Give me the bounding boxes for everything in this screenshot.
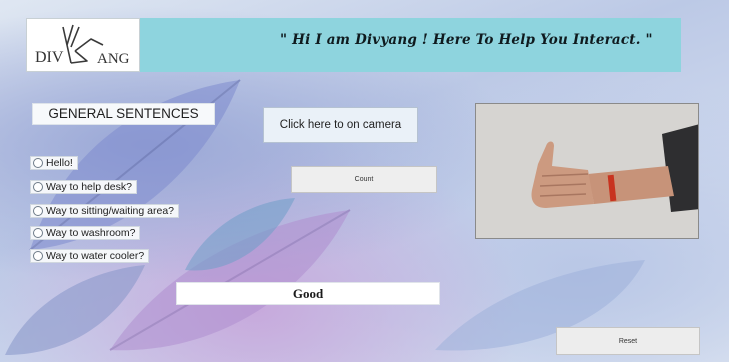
- radio-icon[interactable]: [33, 206, 43, 216]
- sentence-option-hello[interactable]: Hello!: [30, 156, 78, 170]
- reset-button[interactable]: Reset: [556, 327, 700, 355]
- logo-text-left: DIV: [35, 49, 64, 66]
- camera-feed: [475, 103, 699, 239]
- leaf-decoration-icon: [5, 265, 145, 355]
- app-logo: DIV ANG: [26, 18, 140, 72]
- sentence-option-washroom[interactable]: Way to washroom?: [30, 226, 141, 240]
- sentence-option-label: Way to sitting/waiting area?: [46, 205, 175, 217]
- radio-icon[interactable]: [33, 158, 43, 168]
- sentence-option-label: Way to water cooler?: [46, 250, 145, 262]
- logo-text-right: ANG: [97, 51, 130, 67]
- thumbs-up-gesture-icon: [476, 104, 698, 238]
- count-button[interactable]: Count: [291, 166, 437, 193]
- sentence-option-waiting-area[interactable]: Way to sitting/waiting area?: [30, 204, 180, 218]
- sentence-option-help-desk[interactable]: Way to help desk?: [30, 180, 137, 194]
- radio-icon[interactable]: [33, 182, 43, 192]
- sentence-option-water-cooler[interactable]: Way to water cooler?: [30, 249, 150, 263]
- sentence-option-label: Hello!: [46, 157, 73, 169]
- radio-icon[interactable]: [33, 251, 43, 261]
- leaf-decoration-icon: [185, 198, 295, 271]
- camera-on-button[interactable]: Click here to on camera: [263, 107, 418, 143]
- radio-icon[interactable]: [33, 228, 43, 238]
- general-sentences-heading: GENERAL SENTENCES: [32, 103, 215, 125]
- tagline: " Hi I am Divyang ! Here To Help You Int…: [280, 32, 653, 48]
- result-display: Good: [176, 282, 440, 305]
- sentence-option-label: Way to washroom?: [46, 227, 136, 239]
- sentence-option-label: Way to help desk?: [46, 181, 132, 193]
